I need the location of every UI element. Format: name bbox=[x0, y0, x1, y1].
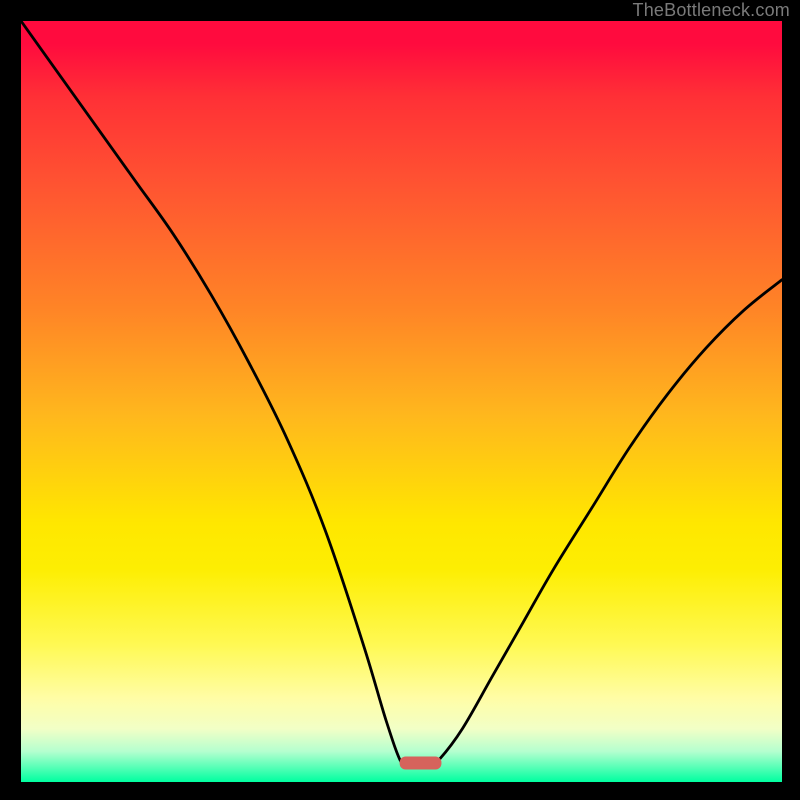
left-curve bbox=[21, 21, 409, 766]
chart-frame: TheBottleneck.com bbox=[0, 0, 800, 800]
chart-svg bbox=[21, 21, 782, 782]
right-curve bbox=[432, 280, 782, 763]
optimal-marker bbox=[400, 756, 442, 769]
plot-area bbox=[21, 21, 782, 782]
watermark-text: TheBottleneck.com bbox=[633, 0, 790, 21]
